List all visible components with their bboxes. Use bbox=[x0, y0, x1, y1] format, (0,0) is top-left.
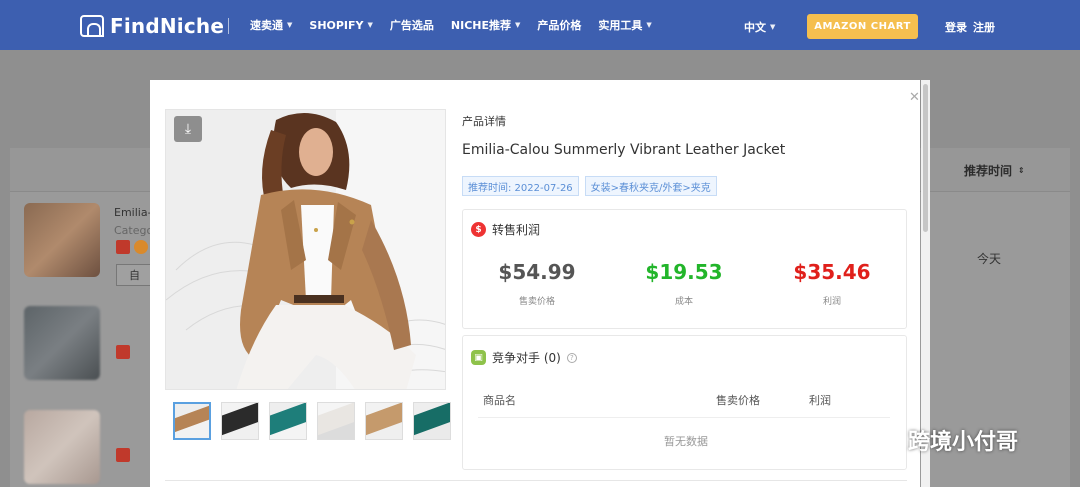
caret-down-icon: ▼ bbox=[770, 23, 776, 31]
logo-icon bbox=[80, 15, 104, 37]
column-product-name: 商品名 bbox=[483, 394, 516, 407]
competitors-heading: ▣ 竞争对手 (0) ? bbox=[471, 349, 577, 366]
nav-item-shopify[interactable]: SHOPIFY ▼ bbox=[309, 19, 373, 32]
nav-item-ad-products[interactable]: 广告选品 bbox=[390, 17, 434, 33]
cost-value: $19.53 bbox=[645, 260, 723, 284]
cost-metric: $19.53 成本 bbox=[614, 260, 754, 307]
thumbnail-4[interactable] bbox=[317, 402, 355, 440]
caret-down-icon: ▼ bbox=[367, 21, 373, 29]
sell-price-metric: $54.99 售卖价格 bbox=[467, 260, 607, 307]
watermark: 跨境小付哥 bbox=[866, 424, 1018, 456]
login-link[interactable]: 登录 bbox=[945, 19, 967, 35]
cost-label: 成本 bbox=[674, 297, 693, 307]
nav-item-tools[interactable]: 实用工具 ▼ bbox=[598, 17, 651, 33]
caret-down-icon: ▼ bbox=[287, 21, 293, 29]
background-product-category: Catego bbox=[114, 224, 154, 237]
store-icon bbox=[134, 240, 148, 254]
register-link[interactable]: 注册 bbox=[973, 19, 995, 35]
modal-scrollbar-thumb[interactable] bbox=[923, 84, 928, 232]
profit-value: $35.46 bbox=[793, 260, 871, 284]
thumbnail-5[interactable] bbox=[365, 402, 403, 440]
table-divider bbox=[478, 417, 890, 418]
sort-caret-icon: ⇕ bbox=[1018, 166, 1025, 175]
nav-item-niche[interactable]: NICHE推荐 ▼ bbox=[451, 17, 520, 33]
aliexpress-icon bbox=[116, 240, 130, 254]
empty-state-text: 暂无数据 bbox=[664, 435, 708, 448]
section-label: 产品详情 bbox=[462, 115, 506, 128]
top-nav: FindNiche 速卖通 ▼ SHOPIFY ▼ 广告选品 NICHE推荐 ▼ 产品… bbox=[0, 0, 1080, 50]
nav-item-aliexpress[interactable]: 速卖通 ▼ bbox=[250, 17, 292, 33]
resale-profit-heading: $ 转售利润 bbox=[471, 221, 540, 238]
aliexpress-icon bbox=[116, 345, 130, 359]
amazon-chart-button[interactable]: AMAZON CHART bbox=[807, 14, 918, 39]
download-icon[interactable]: ⤓ bbox=[174, 116, 202, 142]
modal-divider bbox=[165, 480, 907, 481]
thumbnail-2[interactable] bbox=[221, 402, 259, 440]
sell-price-value: $54.99 bbox=[498, 260, 576, 284]
thumbnail-6[interactable] bbox=[413, 402, 451, 440]
profit-label: 利润 bbox=[822, 297, 841, 307]
product-title: Emilia-Calou Summerly Vibrant Leather Ja… bbox=[462, 142, 786, 158]
close-icon[interactable]: ✕ bbox=[909, 90, 920, 105]
nav-item-product-price[interactable]: 产品价格 bbox=[537, 17, 581, 33]
watermark-text: 跨境小付哥 bbox=[908, 430, 1019, 455]
jacket-photo bbox=[166, 110, 445, 389]
question-icon[interactable]: ? bbox=[566, 352, 577, 363]
shopping-bag-icon: ▣ bbox=[471, 350, 486, 365]
profit-metric: $35.46 利润 bbox=[762, 260, 902, 307]
thumbnail-3[interactable] bbox=[269, 402, 307, 440]
recommend-date-tag: 推荐时间: 2022-07-26 bbox=[462, 176, 579, 196]
aliexpress-icon bbox=[116, 448, 130, 462]
logo-text: FindNiche bbox=[110, 14, 225, 38]
nav-divider bbox=[228, 18, 229, 34]
auth-links: 登录 注册 bbox=[945, 19, 995, 35]
language-select[interactable]: 中文 ▼ bbox=[744, 19, 775, 35]
nav-menu: 速卖通 ▼ SHOPIFY ▼ 广告选品 NICHE推荐 ▼ 产品价格 实用工具 ▼ bbox=[250, 0, 652, 50]
product-tags: 推荐时间: 2022-07-26 女装>春秋夹克/外套>夹克 bbox=[462, 176, 717, 196]
wechat-icon bbox=[867, 426, 901, 453]
background-product-thumb bbox=[24, 203, 100, 277]
caret-down-icon: ▼ bbox=[515, 21, 521, 29]
sort-recommend-time[interactable]: 推荐时间 ⇕ bbox=[964, 162, 1025, 179]
background-row-time: 今天 bbox=[977, 252, 1002, 266]
background-product-thumb bbox=[24, 410, 100, 484]
thumbnail-1[interactable] bbox=[173, 402, 211, 440]
column-profit: 利润 bbox=[809, 394, 831, 407]
column-sell-price: 售卖价格 bbox=[716, 394, 760, 407]
findniche-logo[interactable]: FindNiche bbox=[80, 14, 224, 38]
sell-price-label: 售卖价格 bbox=[518, 297, 555, 307]
category-tag[interactable]: 女装>春秋夹克/外套>夹克 bbox=[584, 176, 717, 196]
dollar-icon: $ bbox=[471, 222, 486, 237]
product-main-image[interactable] bbox=[165, 109, 446, 390]
image-thumbnails bbox=[173, 402, 451, 440]
background-product-thumb bbox=[24, 306, 100, 380]
caret-down-icon: ▼ bbox=[646, 21, 652, 29]
